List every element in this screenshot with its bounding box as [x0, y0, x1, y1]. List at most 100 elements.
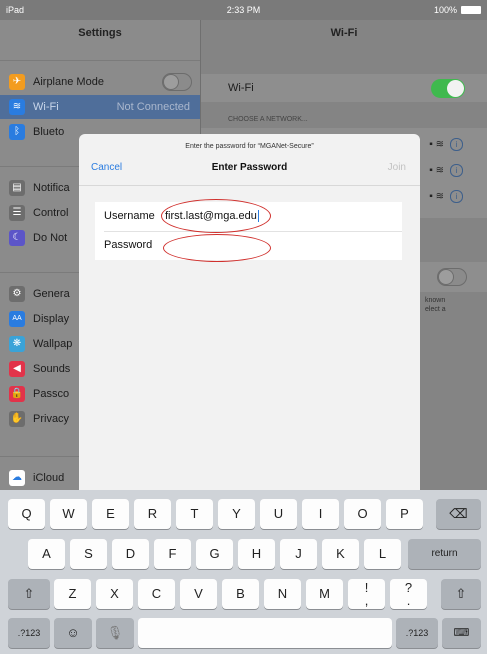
wifi-toggle-knob [447, 80, 464, 97]
sidebar-item-wifi[interactable]: ≋ Wi-Fi Not Connected [0, 95, 200, 119]
dialog-title: Enter Password [211, 162, 288, 173]
sidebar-item-label: Sounds [33, 363, 71, 375]
backspace-key[interactable]: ⌫ [436, 499, 481, 529]
space-bar[interactable] [138, 618, 392, 648]
network-row-1[interactable]: ▪ ≋ i [429, 138, 463, 151]
return-key[interactable]: return [408, 539, 481, 569]
key-w[interactable]: W [50, 499, 87, 529]
notifications-icon: ▤ [9, 180, 25, 196]
sidebar-item-label: Control [33, 207, 69, 219]
key-o[interactable]: O [344, 499, 381, 529]
dictation-key[interactable]: 🎙 [96, 618, 134, 648]
sidebar-item-label: Wi-Fi [33, 101, 59, 113]
note-line-2: elect a [425, 306, 446, 313]
toggle-knob [438, 269, 454, 285]
sidebar-item-label: Notifica [33, 182, 70, 194]
key-s[interactable]: S [70, 539, 107, 569]
status-bar: iPad 2:33 PM 100% [0, 0, 487, 20]
dialog-prompt: Enter the password for “MGANet-Secure” [185, 143, 314, 150]
battery-percent: 100% [433, 5, 457, 15]
key-y[interactable]: Y [218, 499, 255, 529]
hand-icon: ✋ [9, 411, 25, 427]
sidebar-item-label: iCloud [33, 472, 65, 484]
wifi-toggle[interactable] [431, 79, 465, 98]
key-v[interactable]: V [180, 579, 217, 609]
sidebar-item-label: Airplane Mode [33, 76, 104, 88]
key-p[interactable]: P [386, 499, 423, 529]
key-d[interactable]: D [112, 539, 149, 569]
settings-title: Settings [78, 27, 122, 39]
numbers-key-left[interactable]: .?123 [8, 618, 50, 648]
emoji-key[interactable]: ☺ [54, 618, 92, 648]
cloud-icon: ☁ [9, 470, 25, 486]
key-f[interactable]: F [154, 539, 191, 569]
battery-icon [461, 6, 481, 14]
keyboard-hide-icon: ⌨ [453, 627, 470, 639]
moon-icon: ☾ [9, 230, 25, 246]
note-line-1: known [425, 297, 446, 304]
keyboard: QWERTYUIOP ASDFGHJKL Z X C V B N M! ,? . ⌫ ret… [0, 490, 487, 654]
microphone-icon: 🎙 [106, 625, 124, 640]
key-q[interactable]: Q [8, 499, 45, 529]
key-m[interactable]: M [306, 579, 343, 609]
sidebar-item-label: Genera [33, 288, 70, 300]
key-a[interactable]: A [28, 539, 65, 569]
choose-network-header: CHOOSE A NETWORK... [228, 116, 308, 123]
shift-key-left[interactable]: ⇧ [8, 579, 50, 609]
network-row-3[interactable]: ▪ ≋ i [429, 190, 463, 203]
airplane-mode-toggle[interactable] [162, 73, 192, 91]
password-label: Password [104, 239, 153, 251]
shift-key-right[interactable]: ⇧ [441, 579, 481, 609]
emoji-icon: ☺ [66, 625, 80, 640]
lock-icon: ▪ [429, 139, 433, 150]
wifi-signal-icon: ≋ [435, 165, 444, 176]
wifi-toggle-label: Wi-Fi [228, 82, 254, 94]
key-h[interactable]: H [238, 539, 275, 569]
key-g[interactable]: G [196, 539, 233, 569]
wifi-signal-icon: ≋ [435, 139, 444, 150]
key-b[interactable]: B [222, 579, 259, 609]
lock-icon: 🔒 [9, 386, 25, 402]
info-icon[interactable]: i [450, 190, 463, 203]
wifi-title: Wi-Fi [330, 27, 358, 39]
sidebar-item-label: Privacy [33, 413, 70, 425]
section-separator [0, 60, 200, 61]
sidebar-item-label: Blueto [33, 126, 65, 138]
wifi-status-value: Not Connected [116, 101, 190, 113]
key-t[interactable]: T [176, 499, 213, 529]
gear-icon: ⚙ [9, 286, 25, 302]
sidebar-item-airplane[interactable]: ✈ Airplane Mode [0, 70, 200, 94]
key-r[interactable]: R [134, 499, 171, 529]
network-row-2[interactable]: ▪ ≋ i [429, 164, 463, 177]
ask-to-join-note: known elect a [425, 296, 446, 314]
key-x[interactable]: X [96, 579, 133, 609]
key-j[interactable]: J [280, 539, 317, 569]
sidebar-item-label: Passco [33, 388, 70, 400]
join-button[interactable]: Join [388, 162, 406, 173]
username-label: Username [104, 210, 155, 222]
wifi-signal-icon: ≋ [435, 191, 444, 202]
key-u[interactable]: U [260, 499, 297, 529]
key-?.[interactable]: ? . [390, 579, 427, 609]
username-highlight-ellipse [161, 199, 271, 233]
sounds-icon: ◀ [9, 361, 25, 377]
wifi-toggle-row: Wi-Fi [201, 74, 487, 102]
key-n[interactable]: N [264, 579, 301, 609]
hide-keyboard-key[interactable]: ⌨ [442, 618, 481, 648]
password-highlight-ellipse [163, 234, 271, 262]
key-l[interactable]: L [364, 539, 401, 569]
key-!,[interactable]: ! , [348, 579, 385, 609]
ask-to-join-toggle[interactable] [437, 268, 467, 286]
key-e[interactable]: E [92, 499, 129, 529]
key-i[interactable]: I [302, 499, 339, 529]
info-icon[interactable]: i [450, 164, 463, 177]
key-k[interactable]: K [322, 539, 359, 569]
status-time: 2:33 PM [226, 5, 261, 15]
wallpaper-icon: ❋ [9, 336, 25, 352]
key-c[interactable]: C [138, 579, 175, 609]
key-z[interactable]: Z [54, 579, 91, 609]
control-center-icon: ☰ [9, 205, 25, 221]
info-icon[interactable]: i [450, 138, 463, 151]
dialog-divider [79, 185, 420, 186]
numbers-key-right[interactable]: .?123 [396, 618, 438, 648]
